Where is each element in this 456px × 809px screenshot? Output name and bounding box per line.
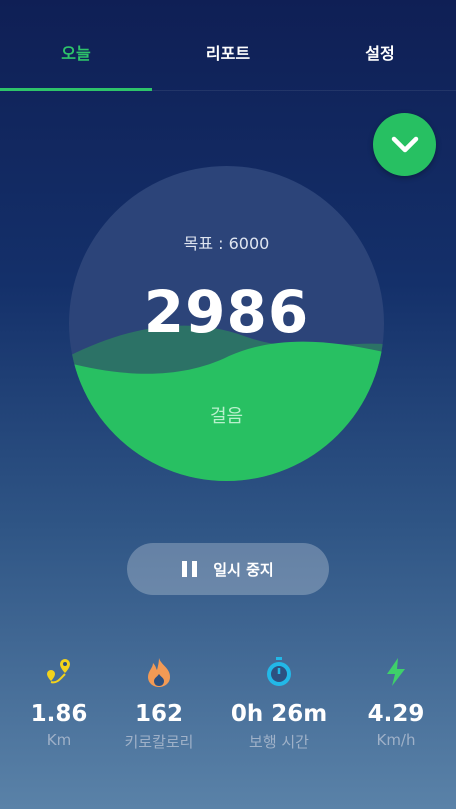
stat-calories: 162 키로칼로리: [102, 655, 216, 752]
route-icon: [47, 659, 70, 684]
distance-unit: Km: [46, 731, 72, 749]
tab-bar: 오늘 리포트 설정: [0, 0, 456, 92]
speed-unit: Km/h: [376, 731, 416, 749]
distance-value: 1.86: [30, 701, 88, 727]
calories-value: 162: [134, 701, 183, 727]
stat-distance: 1.86 Km: [2, 655, 116, 749]
pause-icon: [182, 561, 198, 577]
stat-walk-time: 0h 26m 보행 시간: [222, 655, 336, 752]
chevron-down-icon: [391, 136, 418, 152]
tab-settings[interactable]: 설정: [304, 40, 456, 64]
walk-time-unit: 보행 시간: [249, 733, 309, 751]
steps-label: 걸음: [209, 406, 244, 427]
flame-icon: [148, 658, 170, 687]
stat-speed: 4.29 Km/h: [339, 655, 453, 749]
lightning-icon: [387, 658, 405, 686]
step-count: 2986: [143, 278, 310, 346]
walk-time-value: 0h 26m: [230, 701, 328, 727]
step-progress-circle: 목표 : 6000 2986 걸음: [69, 166, 384, 481]
stopwatch-icon: [267, 657, 291, 686]
tab-today[interactable]: 오늘: [0, 40, 152, 64]
pause-button-label: 일시 중지: [213, 560, 274, 579]
goal-text: 목표 : 6000: [183, 234, 270, 253]
tab-report[interactable]: 리포트: [152, 40, 304, 64]
tab-active-indicator: [0, 88, 152, 91]
pause-button[interactable]: 일시 중지: [127, 543, 329, 595]
speed-value: 4.29: [367, 701, 425, 727]
calories-unit: 키로칼로리: [124, 733, 194, 751]
